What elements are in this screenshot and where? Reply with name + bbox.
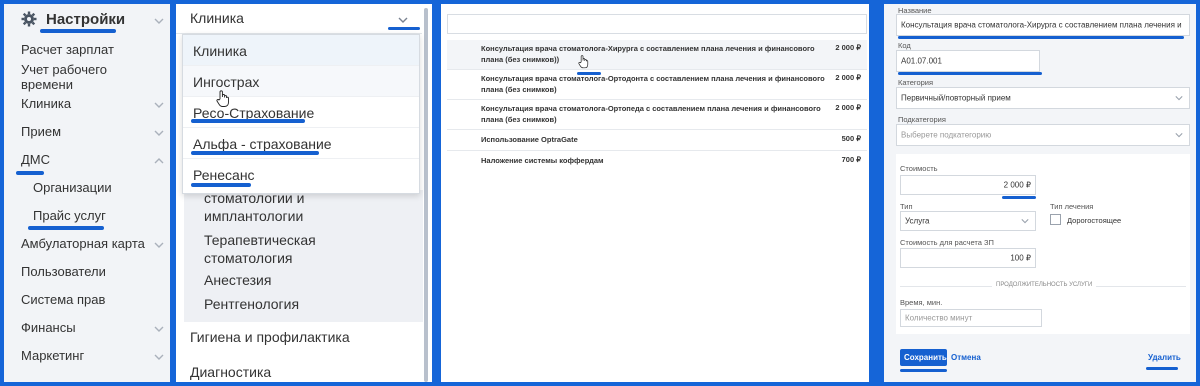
table-row[interactable]: Наложение системы коффердам 700 ₽ — [447, 151, 867, 172]
expensive-label: Дорогостоящее — [1067, 216, 1122, 225]
sidebar-item-organizations[interactable]: Организации — [4, 180, 170, 198]
annotation-underline — [191, 183, 251, 187]
chevron-up-icon — [154, 156, 164, 166]
chevron-down-icon — [154, 100, 164, 110]
annotation-underline — [1002, 196, 1036, 199]
dropdown-option[interactable]: Клиника — [183, 35, 419, 66]
annotation-underline — [28, 226, 104, 230]
clinic-dropdown-list: Клиника Ингострах Ресо-Страхование Альфа… — [182, 34, 420, 194]
sidebar-item-reception[interactable]: Прием — [4, 124, 170, 142]
sidebar-item-finance[interactable]: Финансы — [4, 320, 170, 338]
type-label: Тип — [900, 202, 913, 211]
time-field[interactable]: Количество минут — [900, 309, 1042, 327]
chevron-down-icon — [398, 12, 408, 23]
scrollbar[interactable] — [424, 8, 428, 382]
code-field[interactable]: A01.07.001 — [896, 50, 1040, 72]
cancel-link[interactable]: Отмена — [951, 353, 981, 362]
category-group: стоматологии и имплантологии Терапевтиче… — [184, 190, 423, 322]
table-row[interactable]: Консультация врача стоматолога-Ортодонта… — [447, 70, 867, 100]
sidebar-item-outpatient-card[interactable]: Амбулаторная карта — [4, 236, 170, 254]
chevron-down-icon — [154, 16, 164, 26]
cost-label: Стоимость — [900, 164, 938, 173]
category-item[interactable]: имплантологии — [204, 207, 303, 225]
type-select[interactable]: Услуга — [900, 211, 1036, 231]
sidebar-item-salary[interactable]: Расчет зарплат — [4, 42, 170, 60]
category-item[interactable]: стоматология — [204, 249, 293, 267]
annotation-underline — [1146, 367, 1178, 370]
category-item[interactable]: Рентгенология — [204, 295, 299, 313]
expensive-checkbox[interactable] — [1050, 214, 1061, 225]
chevron-down-icon — [154, 128, 164, 138]
sidebar-item-price-list[interactable]: Прайс услуг — [4, 208, 170, 226]
category-item[interactable]: Анестезия — [204, 271, 271, 289]
table-row[interactable]: Консультация врача стоматолога-Хирурга с… — [447, 40, 867, 70]
sidebar-item-marketing[interactable]: Маркетинг — [4, 348, 170, 366]
code-label: Код — [898, 41, 911, 50]
salary-cost-field[interactable]: 100 ₽ — [900, 248, 1036, 268]
table-row[interactable]: Консультация врача стоматолога-Ортопеда … — [447, 100, 867, 130]
services-panel: Консультация врача стоматолога-Хирурга с… — [441, 4, 869, 382]
chevron-down-icon — [154, 240, 164, 250]
chevron-down-icon — [154, 352, 164, 362]
hand-cursor-icon — [216, 90, 230, 108]
chevron-down-icon — [1175, 131, 1183, 139]
gear-icon — [21, 11, 37, 27]
salary-cost-label: Стоимость для расчета ЗП — [900, 238, 994, 247]
cost-field[interactable]: 2 000 ₽ — [900, 175, 1036, 195]
annotation-underline — [900, 369, 947, 372]
sidebar-item-dms[interactable]: ДМС — [4, 152, 170, 170]
category-panel: стоматологии и имплантологии Терапевтиче… — [176, 4, 432, 382]
annotation-underline — [898, 72, 1042, 75]
service-edit-form: Название Консультация врача стоматолога-… — [884, 4, 1196, 382]
annotation-underline — [16, 171, 44, 175]
subcategory-label: Подкатегория — [898, 115, 946, 124]
delete-link[interactable]: Удалить — [1148, 353, 1181, 362]
treatment-type-label: Тип лечения — [1050, 202, 1094, 211]
category-hygiene[interactable]: Гигиена и профилактика — [190, 329, 350, 345]
table-row[interactable]: Использование OptraGate 500 ₽ — [447, 130, 867, 151]
annotation-underline — [191, 151, 319, 155]
save-button[interactable]: Сохранить — [900, 349, 947, 366]
clinic-select[interactable]: Клиника — [176, 4, 422, 34]
annotation-underline — [40, 29, 116, 33]
annotation-underline — [898, 36, 1184, 39]
category-item[interactable]: Терапевтическая — [204, 231, 316, 249]
sidebar-item-work-time[interactable]: Учет рабочего времени — [4, 62, 170, 96]
cost-card: Стоимость 2 000 ₽ Тип Услуга Тип лечения… — [896, 154, 1190, 334]
annotation-underline — [388, 27, 420, 30]
chevron-down-icon — [1175, 94, 1183, 102]
annotation-underline — [191, 119, 305, 123]
duration-section-title: ПРОДОЛЖИТЕЛЬНОСТЬ УСЛУГИ — [992, 282, 1097, 288]
name-field[interactable]: Консультация врача стоматолога-Хирурга с… — [896, 14, 1190, 36]
sidebar: Настройки Расчет зарплат Учет рабочего в… — [4, 4, 170, 382]
chevron-down-icon — [154, 324, 164, 334]
category-select[interactable]: Первичный/повторный прием — [896, 87, 1190, 109]
category-diagnostics[interactable]: Диагностика — [190, 364, 271, 380]
sidebar-header-label: Настройки — [46, 11, 126, 28]
subcategory-select[interactable]: Выберете подкатегорию — [896, 124, 1190, 146]
sidebar-item-rights[interactable]: Система прав — [4, 292, 170, 310]
hand-cursor-icon — [578, 55, 589, 69]
time-label: Время, мин. — [900, 298, 943, 307]
chevron-down-icon — [1021, 217, 1029, 225]
category-label: Категория — [898, 78, 934, 87]
clinic-select-value: Клиника — [190, 10, 244, 26]
sidebar-item-users[interactable]: Пользователи — [4, 264, 170, 282]
sidebar-item-clinic[interactable]: Клиника — [4, 96, 170, 114]
services-search-input[interactable] — [447, 14, 867, 34]
